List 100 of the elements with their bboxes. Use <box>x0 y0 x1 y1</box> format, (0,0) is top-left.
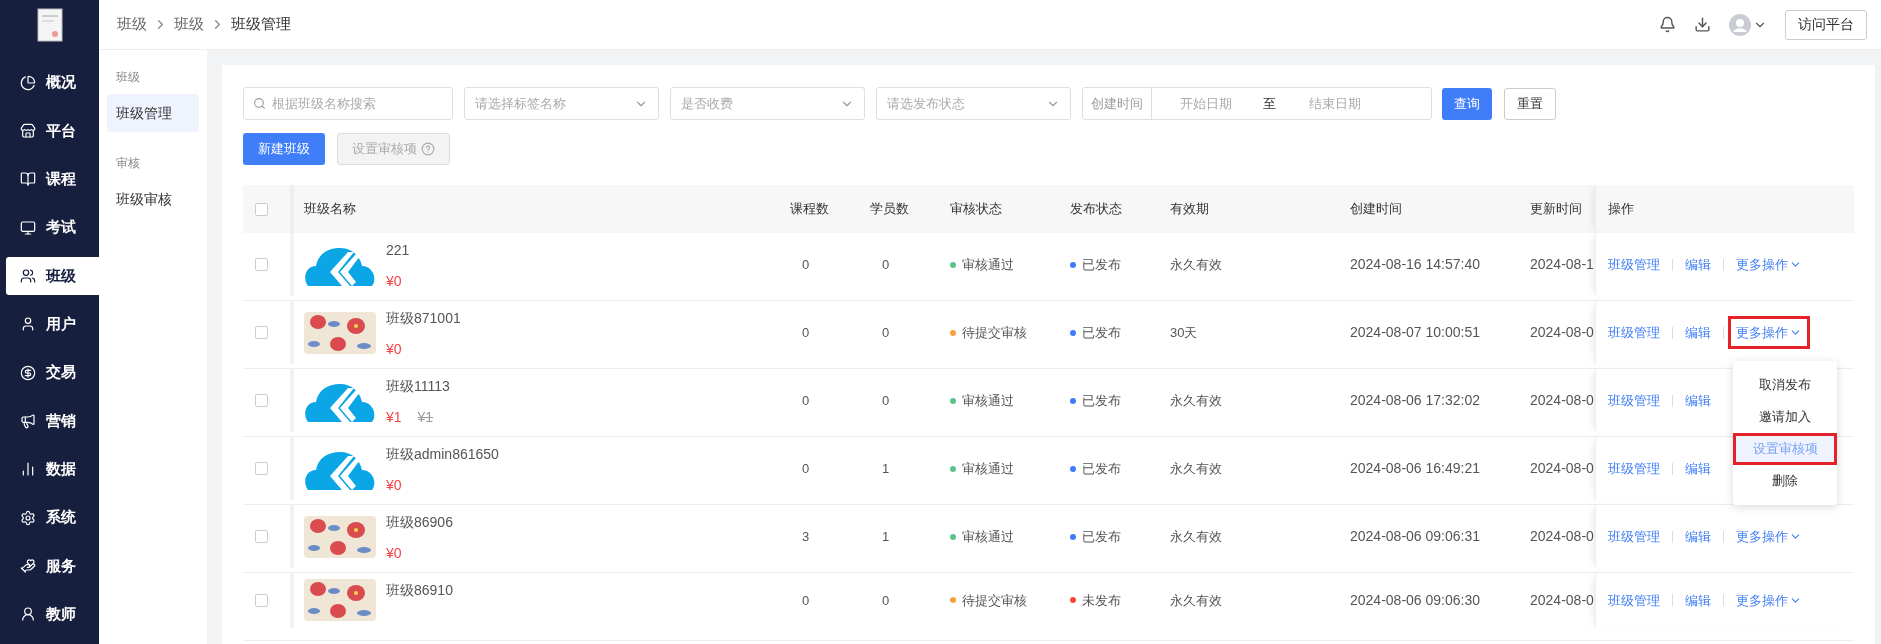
table-cell-text: 2024-08-07 10:00:51 <box>1350 323 1481 342</box>
more-actions-link[interactable]: 更多操作 <box>1728 519 1810 554</box>
checkbox[interactable] <box>255 593 268 607</box>
menu-item[interactable]: 设置审核项 <box>1733 433 1837 465</box>
audit-status: 待提交审核 <box>962 591 1027 610</box>
select-field[interactable]: 是否收费 <box>670 87 865 120</box>
checkbox[interactable] <box>255 394 268 407</box>
original-price: ¥1 <box>417 408 434 427</box>
action-link[interactable]: 班级管理 <box>1608 526 1660 547</box>
sidebar-item[interactable]: 营销 <box>6 402 99 440</box>
monitor-icon <box>20 219 36 236</box>
publish-status: 已发布 <box>1082 323 1121 342</box>
table-cell-text: 2024-08-06 09:06:30 <box>1350 590 1481 610</box>
checkbox[interactable] <box>255 258 268 271</box>
hand-heart-icon <box>20 557 36 574</box>
column-header: 创建时间 <box>1350 201 1402 217</box>
sidebar-item[interactable]: 班级 <box>6 257 99 295</box>
action-link[interactable]: 编辑 <box>1685 322 1711 343</box>
sidebar-item[interactable]: 课程 <box>6 160 99 198</box>
sidebar-item[interactable]: 服务 <box>6 547 99 585</box>
class-name: 班级admin861650 <box>386 445 499 464</box>
price: ¥1 <box>386 408 402 427</box>
breadcrumb-item[interactable]: 班级 <box>174 13 204 36</box>
sidebar-item[interactable]: 考试 <box>6 209 99 247</box>
table-cell-text: 永久有效 <box>1170 527 1223 546</box>
audit-status: 审核通过 <box>962 391 1014 410</box>
download-icon[interactable] <box>1694 16 1711 33</box>
publish-status: 已发布 <box>1082 527 1121 546</box>
new-class-button[interactable]: 新建班级 <box>243 133 325 165</box>
breadcrumb-item: 班级管理 <box>231 14 291 35</box>
more-actions-link[interactable]: 更多操作 <box>1728 583 1810 617</box>
visit-platform-button[interactable]: 访问平台 <box>1785 9 1867 40</box>
select-field[interactable]: 请选择标签名称 <box>464 87 659 120</box>
menu-item[interactable]: 删除 <box>1733 465 1837 497</box>
megaphone-icon <box>20 412 36 429</box>
date-range-field[interactable]: 创建时间 开始日期 至 结束日期 <box>1082 87 1432 120</box>
table-cell-text: 0 <box>881 323 891 342</box>
checkbox[interactable] <box>255 530 268 543</box>
submenu-item[interactable]: 班级管理 <box>107 94 199 132</box>
sidebar-item[interactable]: 教师 <box>6 595 99 633</box>
sidebar-item[interactable]: 用户 <box>6 305 99 343</box>
submenu-group-title: 班级 <box>115 69 141 86</box>
column-header: 有效期 <box>1170 201 1209 217</box>
action-link[interactable]: 编辑 <box>1685 390 1711 411</box>
checkbox[interactable] <box>255 462 268 475</box>
column-header: 审核状态 <box>950 201 1002 217</box>
audit-status: 审核通过 <box>962 527 1014 546</box>
price: ¥0 <box>386 476 402 495</box>
coin-icon <box>20 364 36 381</box>
sidebar-item[interactable]: 概况 <box>6 64 99 102</box>
column-header: 操作 <box>1608 200 1634 219</box>
query-button[interactable]: 查询 <box>1442 87 1492 120</box>
table-cell-text: 2024-08-0 <box>1530 590 1595 610</box>
breadcrumb-item[interactable]: 班级 <box>117 13 147 36</box>
start-date-placeholder: 开始日期 <box>1180 94 1232 113</box>
table-cell-text: 0 <box>801 459 811 478</box>
checkbox[interactable] <box>255 326 268 339</box>
menu-item[interactable]: 取消发布 <box>1733 369 1837 401</box>
search-field[interactable]: 根据班级名称搜索 <box>243 87 453 120</box>
audit-status: 待提交审核 <box>962 323 1027 342</box>
table-cell-text: 2024-08-0 <box>1530 323 1595 342</box>
column-header: 班级名称 <box>304 200 356 219</box>
table-cell-text: 0 <box>801 255 811 274</box>
checkbox[interactable] <box>255 202 268 216</box>
table-cell-text: 永久有效 <box>1170 459 1223 478</box>
action-link[interactable]: 编辑 <box>1685 526 1711 547</box>
submenu-group-title: 审核 <box>115 155 141 172</box>
bell-icon[interactable] <box>1659 16 1676 33</box>
price: ¥0 <box>386 340 402 359</box>
action-link[interactable]: 班级管理 <box>1608 458 1660 479</box>
column-header: 发布状态 <box>1070 201 1122 217</box>
action-link[interactable]: 班级管理 <box>1608 390 1660 411</box>
menu-item[interactable]: 邀请加入 <box>1733 401 1837 433</box>
publish-status: 已发布 <box>1082 391 1121 410</box>
action-link[interactable]: 编辑 <box>1685 458 1711 479</box>
more-actions-link[interactable]: 更多操作 <box>1728 247 1810 282</box>
search-icon <box>253 97 266 110</box>
book-icon <box>20 171 36 188</box>
submenu-item[interactable]: 班级审核 <box>107 180 199 218</box>
action-link[interactable]: 编辑 <box>1685 590 1711 610</box>
date-range-label: 创建时间 <box>1083 88 1152 119</box>
sidebar-item[interactable]: 数据 <box>6 450 99 488</box>
price: ¥0 <box>386 544 402 563</box>
class-name: 221 <box>386 241 410 260</box>
action-link[interactable]: 班级管理 <box>1608 322 1660 343</box>
table-cell-text: 1 <box>881 527 891 546</box>
more-actions-link[interactable]: 更多操作 <box>1728 315 1810 350</box>
sidebar-item[interactable]: 系统 <box>6 498 99 537</box>
action-link[interactable]: 编辑 <box>1685 254 1711 275</box>
select-field[interactable]: 请选发布状态 <box>876 87 1071 120</box>
reset-button[interactable]: 重置 <box>1504 87 1556 120</box>
table-cell-text: 1 <box>881 459 891 478</box>
sidebar-item[interactable]: 平台 <box>6 112 99 150</box>
action-link[interactable]: 班级管理 <box>1608 254 1660 275</box>
audit-status: 审核通过 <box>962 255 1014 274</box>
sidebar-item[interactable]: 交易 <box>6 353 99 392</box>
table-cell-text: 2024-08-06 16:49:21 <box>1350 459 1481 478</box>
range-separator: 至 <box>1263 94 1276 113</box>
table-cell-text: 2024-08-0 <box>1530 527 1595 546</box>
action-link[interactable]: 班级管理 <box>1608 590 1660 610</box>
